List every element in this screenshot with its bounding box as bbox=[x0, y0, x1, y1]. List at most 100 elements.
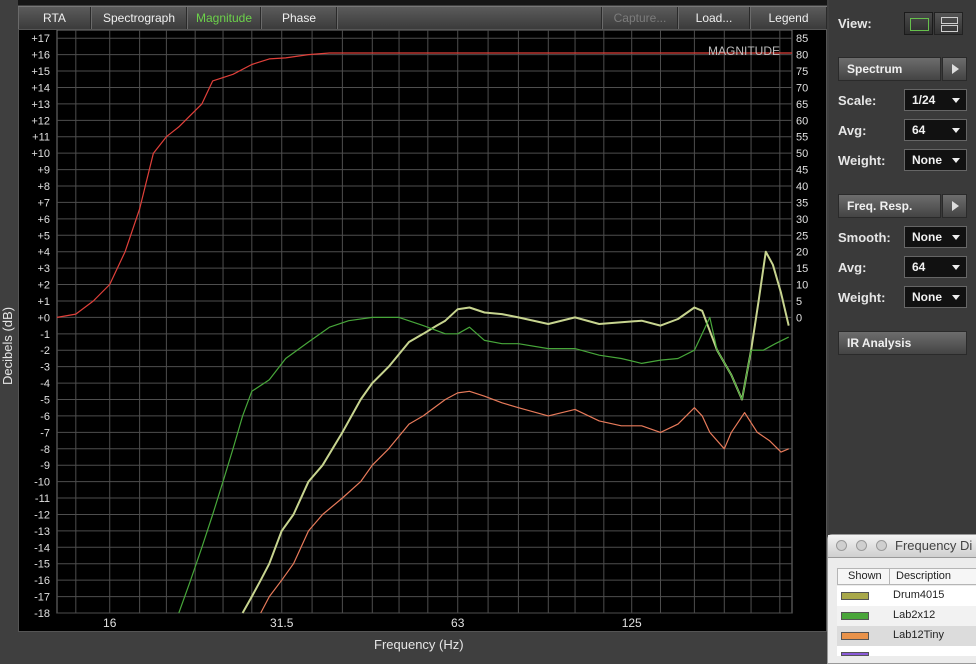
weight2-select[interactable]: None bbox=[904, 286, 967, 308]
left-tick-label: -15 bbox=[34, 559, 50, 571]
left-tick-label: -18 bbox=[34, 608, 50, 620]
row-description: Lab2x12 bbox=[893, 609, 936, 621]
weight2-label: Weight: bbox=[838, 290, 886, 305]
left-tick-label: -13 bbox=[34, 526, 50, 538]
scale-label: Scale: bbox=[838, 93, 877, 108]
chevron-down-icon bbox=[952, 158, 960, 163]
avg2-select[interactable]: 64 bbox=[904, 256, 967, 278]
play-arrow-icon bbox=[952, 64, 959, 74]
freq-resp-section-header[interactable]: Freq. Resp. bbox=[838, 194, 941, 218]
legend-button[interactable]: Legend bbox=[750, 7, 827, 29]
weight2-value: None bbox=[912, 290, 942, 304]
column-divider bbox=[889, 569, 890, 584]
avg2-value: 64 bbox=[912, 260, 926, 274]
left-tick-label: -14 bbox=[34, 542, 50, 554]
table-row[interactable]: Drum4015 bbox=[837, 586, 976, 606]
close-icon[interactable] bbox=[836, 540, 847, 551]
left-tick-label: +4 bbox=[37, 247, 50, 259]
chevron-down-icon bbox=[952, 128, 960, 133]
split-view-button[interactable] bbox=[934, 12, 963, 35]
chevron-down-icon bbox=[952, 235, 960, 240]
left-tick-label: +14 bbox=[31, 82, 50, 94]
left-tick-label: +16 bbox=[31, 50, 50, 62]
column-description[interactable]: Description bbox=[896, 570, 951, 586]
left-tick-label: -12 bbox=[34, 509, 50, 521]
ir-analysis-button[interactable]: IR Analysis bbox=[838, 331, 967, 355]
color-swatch[interactable] bbox=[841, 632, 869, 640]
y-axis-label: Decibels (dB) bbox=[0, 306, 15, 385]
tab-phase[interactable]: Phase bbox=[261, 7, 337, 29]
left-tick-label: -11 bbox=[35, 493, 50, 505]
left-tick-label: -5 bbox=[40, 395, 50, 407]
capture-button[interactable]: Capture... bbox=[602, 7, 678, 29]
left-tick-label: -2 bbox=[40, 345, 50, 357]
color-swatch[interactable] bbox=[841, 612, 869, 620]
table-row[interactable]: Lab12Tiny bbox=[837, 626, 976, 646]
avg-label: Avg: bbox=[838, 123, 867, 138]
left-tick-label: +6 bbox=[37, 214, 50, 226]
x-axis-ticks: 16 31.5 63 125 bbox=[103, 616, 642, 630]
plot-canvas: +17+16+15+14+13+12+11+10+9+8+7+6+5+4+3+2… bbox=[31, 30, 808, 630]
right-tick-label: 75 bbox=[796, 66, 808, 78]
table-row[interactable]: Lab2x12 bbox=[837, 606, 976, 626]
chevron-down-icon bbox=[952, 295, 960, 300]
left-tick-label: +12 bbox=[31, 115, 50, 127]
dialog-titlebar[interactable]: Frequency Di bbox=[828, 535, 976, 558]
weight-value: None bbox=[912, 153, 942, 167]
tab-magnitude[interactable]: Magnitude bbox=[187, 7, 261, 29]
left-tick-label: +8 bbox=[37, 181, 50, 193]
play-arrow-icon bbox=[952, 201, 959, 211]
view-tab-bar: RTA Spectrograph Magnitude Phase Capture… bbox=[18, 6, 827, 30]
x-tick-label: 31.5 bbox=[270, 616, 294, 630]
column-shown[interactable]: Shown bbox=[848, 570, 882, 586]
color-swatch[interactable] bbox=[841, 592, 869, 600]
frequency-dialog-window: Frequency Di Shown Description Drum4015 … bbox=[827, 534, 976, 664]
spectrum-expand-button[interactable] bbox=[942, 57, 967, 81]
left-tick-label: -3 bbox=[40, 362, 50, 374]
minimize-icon[interactable] bbox=[856, 540, 867, 551]
color-swatch[interactable] bbox=[841, 652, 869, 656]
weight-label: Weight: bbox=[838, 153, 886, 168]
right-tick-label: 5 bbox=[796, 296, 802, 308]
right-tick-label: 10 bbox=[796, 280, 808, 292]
right-tick-label: 70 bbox=[796, 82, 808, 94]
right-tick-label: 50 bbox=[796, 148, 808, 160]
weight-select[interactable]: None bbox=[904, 149, 967, 171]
avg-select[interactable]: 64 bbox=[904, 119, 967, 141]
left-tick-label: -1 bbox=[40, 329, 50, 341]
left-axis-ticks: +17 +16 +15 +14 +13 +12 +11 +10 +9 +8 +7 +6 +5 +4 +3 +2… bbox=[31, 33, 50, 620]
right-tick-label: 80 bbox=[796, 50, 808, 62]
left-tick-label: +11 bbox=[32, 132, 50, 144]
right-tick-label: 85 bbox=[796, 33, 808, 45]
left-tick-label: +1 bbox=[37, 296, 50, 308]
split-pane-bottom-icon bbox=[941, 25, 958, 32]
left-tick-label: -10 bbox=[34, 477, 50, 489]
tab-rta[interactable]: RTA bbox=[18, 7, 91, 29]
left-tick-label: +17 bbox=[31, 33, 50, 45]
x-tick-label: 125 bbox=[622, 616, 642, 630]
right-tick-label: 40 bbox=[796, 181, 808, 193]
spectrum-section-header[interactable]: Spectrum bbox=[838, 57, 941, 81]
freq-resp-expand-button[interactable] bbox=[942, 194, 967, 218]
plot-grid bbox=[56, 30, 793, 614]
right-tick-label: 25 bbox=[796, 230, 808, 242]
x-axis-label: Frequency (Hz) bbox=[374, 637, 464, 652]
left-tick-label: +0 bbox=[37, 312, 50, 324]
top-strip bbox=[18, 0, 827, 5]
load-button[interactable]: Load... bbox=[678, 7, 750, 29]
plot-overlay-label: MAGNITUDE bbox=[708, 44, 780, 58]
left-tick-label: +13 bbox=[31, 99, 50, 111]
single-pane-icon bbox=[910, 18, 929, 31]
tab-spectrograph[interactable]: Spectrograph bbox=[91, 7, 187, 29]
right-tick-label: 0 bbox=[796, 312, 802, 324]
avg2-label: Avg: bbox=[838, 260, 867, 275]
magnitude-plot[interactable]: +17 +16 +15 +14 +13 +12 +11 +10 +9 +8 +7 +6 +5 +4 +3 +2… bbox=[18, 29, 827, 632]
x-tick-label: 16 bbox=[103, 616, 117, 630]
zoom-icon[interactable] bbox=[876, 540, 887, 551]
scale-select[interactable]: 1/24 bbox=[904, 89, 967, 111]
left-tick-label: -9 bbox=[40, 460, 50, 472]
left-tick-label: +5 bbox=[37, 230, 50, 242]
single-view-button[interactable] bbox=[904, 12, 933, 35]
right-tick-label: 15 bbox=[796, 263, 808, 275]
smooth-select[interactable]: None bbox=[904, 226, 967, 248]
